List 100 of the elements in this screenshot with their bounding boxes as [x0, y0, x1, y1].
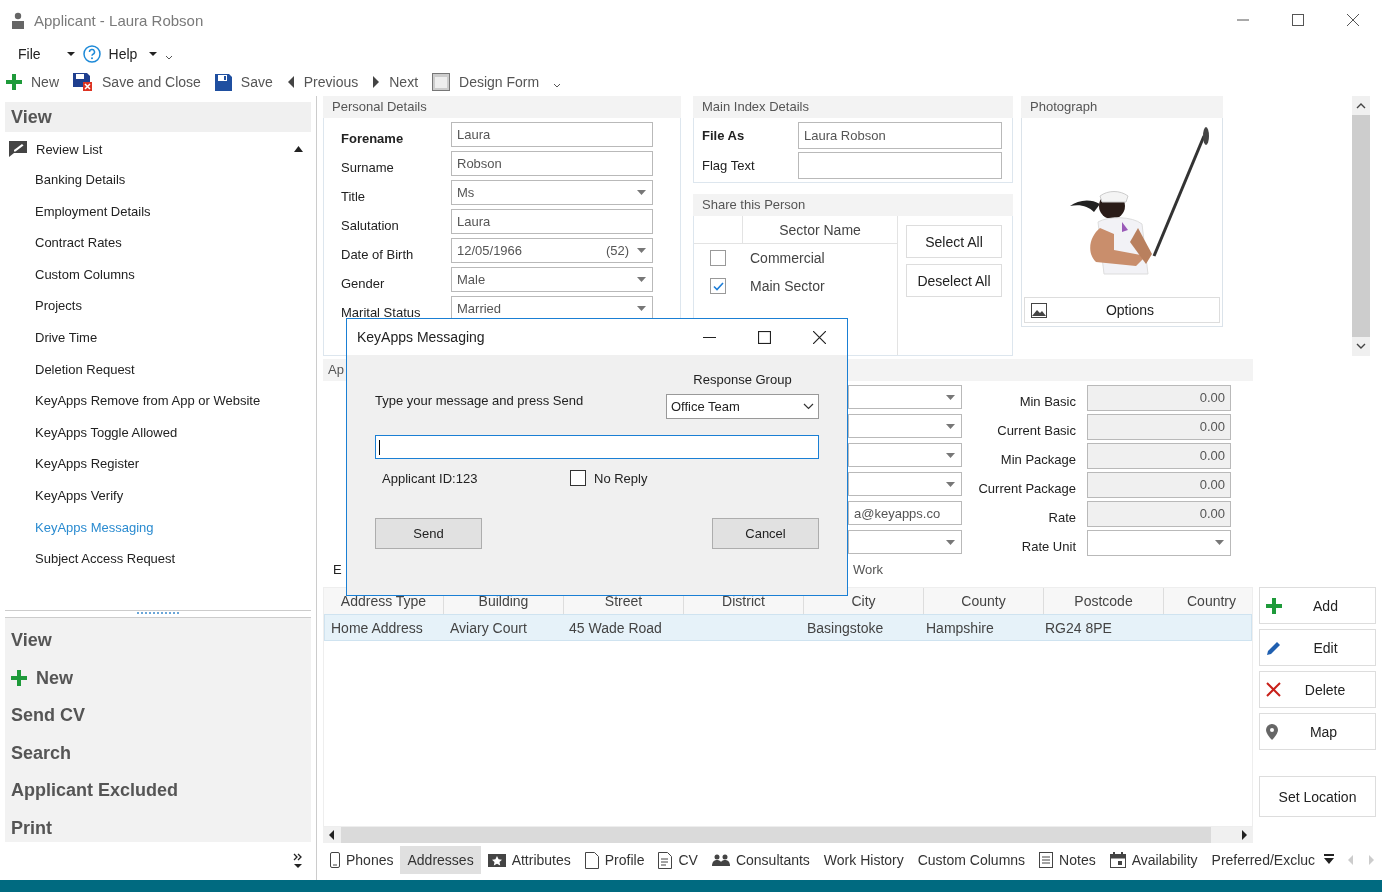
action-item[interactable]: Print — [5, 809, 311, 847]
number-field[interactable]: 0.00 — [1087, 413, 1231, 440]
action-item[interactable]: View — [5, 622, 311, 660]
dropdown-field[interactable] — [848, 530, 962, 554]
chevron-icon[interactable] — [293, 853, 303, 869]
dropdown-field[interactable] — [848, 443, 962, 467]
number-field[interactable]: 0.00 — [1087, 442, 1231, 469]
text-field[interactable]: Laura — [451, 122, 653, 147]
overflow-icon[interactable] — [165, 55, 174, 61]
action-item[interactable]: Search — [5, 734, 311, 772]
checkbox[interactable] — [710, 250, 726, 266]
splitter-grip[interactable] — [137, 612, 179, 616]
tab[interactable]: Consultants — [704, 846, 817, 874]
overflow-icon[interactable] — [1324, 854, 1335, 866]
dropdown-field[interactable] — [848, 472, 962, 496]
sidebar-item[interactable]: Banking Details — [5, 164, 311, 196]
dialog-button[interactable]: Cancel — [712, 518, 819, 549]
tab[interactable]: CV — [651, 846, 705, 874]
toolbar-button[interactable]: Design Form — [432, 73, 540, 91]
action-button[interactable]: Add — [1259, 587, 1376, 624]
action-button[interactable]: Map — [1259, 713, 1376, 750]
toolbar-button[interactable]: New — [6, 74, 59, 90]
table-cell: Basingstoke — [807, 619, 884, 636]
action-item[interactable]: Send CV — [5, 697, 311, 735]
text-field[interactable]: Laura — [451, 209, 653, 234]
menu-item[interactable]: Help — [108, 46, 138, 62]
checkbox-label[interactable]: No Reply — [594, 470, 648, 486]
sidebar-item[interactable]: KeyApps Register — [5, 448, 311, 480]
dropdown-field[interactable]: Male — [451, 267, 653, 292]
tab[interactable]: Attributes — [480, 846, 578, 874]
sidebar-item[interactable]: Drive Time — [5, 321, 311, 354]
checkbox[interactable] — [570, 470, 586, 486]
column-header: Sector Name — [778, 220, 862, 240]
action-button[interactable]: Edit — [1259, 629, 1376, 666]
tab[interactable]: Phones — [323, 846, 401, 874]
action-item[interactable]: New — [5, 659, 311, 697]
number-field[interactable]: 0.00 — [1087, 500, 1231, 527]
toolbar-button[interactable]: Save and Close — [73, 73, 201, 91]
caret-icon[interactable] — [149, 51, 158, 57]
number-field[interactable]: 0.00 — [1087, 384, 1231, 411]
maximize-icon[interactable] — [758, 330, 771, 344]
caret-icon[interactable] — [66, 51, 75, 57]
group-header[interactable]: Review List — [5, 134, 311, 164]
select-button[interactable]: Deselect All — [906, 264, 1002, 297]
tab[interactable]: Profile — [577, 846, 652, 874]
text-field[interactable] — [798, 151, 1002, 179]
sidebar-item[interactable]: KeyApps Remove from App or Website — [5, 385, 311, 417]
sidebar-item[interactable]: Subject Access Request — [5, 543, 311, 575]
menu-item[interactable]: File — [18, 46, 41, 62]
action-button[interactable]: Set Location — [1259, 776, 1376, 817]
select-button[interactable]: Select All — [906, 225, 1002, 258]
sidebar-item[interactable]: Contract Rates — [5, 227, 311, 259]
sidebar-item[interactable]: Deletion Request — [5, 353, 311, 386]
tab[interactable]: Addresses — [400, 846, 481, 874]
scrollbar[interactable] — [323, 827, 1253, 843]
maximize-icon[interactable] — [1291, 13, 1305, 27]
dropdown-field[interactable]: Office Team — [666, 394, 819, 419]
message-field[interactable] — [375, 435, 819, 459]
dropdown-field[interactable] — [848, 414, 962, 438]
dropdown-field[interactable] — [848, 385, 962, 409]
field-label: Rate — [1047, 509, 1077, 525]
scroll-left-icon[interactable] — [329, 830, 335, 840]
scrollbar[interactable] — [1352, 96, 1370, 356]
column-header[interactable]: Country — [1164, 588, 1259, 614]
overflow-icon[interactable] — [553, 83, 562, 89]
checkbox[interactable] — [710, 278, 726, 294]
dialog-button[interactable]: Send — [375, 518, 482, 549]
text-field[interactable]: Robson — [451, 151, 653, 176]
toolbar-button[interactable]: Previous — [286, 74, 359, 90]
options-button[interactable]: Options — [1024, 297, 1220, 323]
close-icon[interactable] — [1346, 13, 1360, 27]
scroll-down-icon[interactable] — [1356, 343, 1366, 350]
sidebar-item[interactable]: Projects — [5, 290, 311, 322]
form-icon — [432, 73, 451, 91]
close-icon[interactable] — [813, 330, 826, 344]
action-item[interactable]: Applicant Excluded — [5, 772, 311, 810]
sidebar-item[interactable]: KeyApps Toggle Allowed — [5, 416, 311, 449]
text-field[interactable]: Laura Robson — [798, 121, 1002, 149]
toolbar-button[interactable]: Save — [214, 73, 273, 91]
action-button[interactable]: Delete — [1259, 671, 1376, 708]
scroll-right-icon[interactable] — [1241, 830, 1247, 840]
dropdown-field[interactable]: 12/05/1966 (52) — [451, 238, 653, 263]
tab[interactable]: Preferred/Excluc — [1204, 846, 1323, 874]
scroll-up-icon[interactable] — [1356, 102, 1366, 109]
text-field[interactable]: a@keyapps.co — [848, 501, 962, 525]
number-field[interactable]: 0.00 — [1087, 471, 1231, 498]
tab[interactable]: Notes — [1032, 846, 1103, 874]
sidebar-item[interactable]: KeyApps Messaging — [5, 511, 311, 544]
tab[interactable]: Work History — [816, 846, 911, 874]
toolbar-button[interactable]: Next — [372, 74, 419, 90]
tab[interactable]: Availability — [1102, 846, 1205, 874]
table-row[interactable]: Home Address Aviary Court 45 Wade Road Basingstoke Hampshire RG24 8PE — [324, 614, 1252, 641]
sidebar-item[interactable]: KeyApps Verify — [5, 479, 311, 512]
dropdown-field[interactable]: Ms — [451, 180, 653, 205]
caret-icon[interactable] — [294, 146, 303, 152]
help-icon — [82, 45, 101, 63]
dropdown-field[interactable] — [1087, 529, 1231, 556]
tab[interactable]: Custom Columns — [910, 846, 1033, 874]
sidebar-item[interactable]: Employment Details — [5, 195, 311, 228]
sidebar-item[interactable]: Custom Columns — [5, 258, 311, 291]
